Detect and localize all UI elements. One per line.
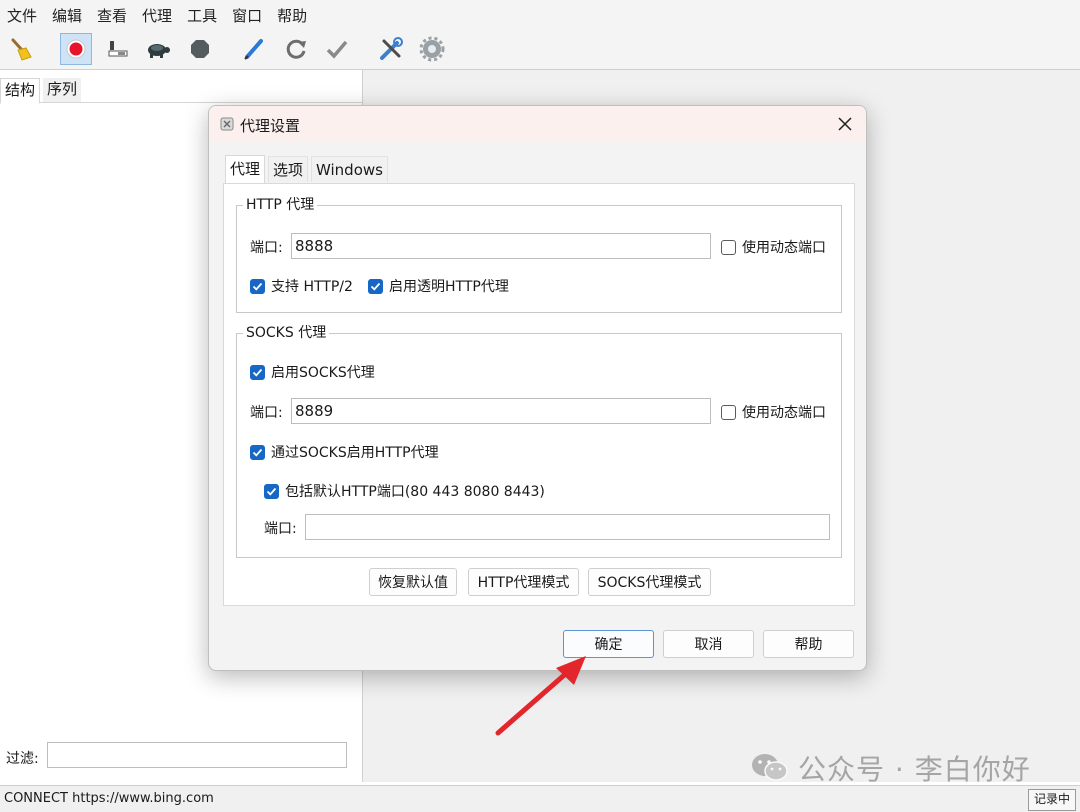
filter-label: 过滤: bbox=[6, 751, 39, 767]
tab-sequence[interactable]: 序列 bbox=[43, 78, 82, 102]
turtle-icon bbox=[148, 44, 170, 58]
tab-windows[interactable]: Windows bbox=[311, 156, 388, 182]
watermark-text: 公众号 · 李白你好 bbox=[798, 753, 1031, 786]
filter-input[interactable] bbox=[47, 742, 347, 768]
record-button[interactable] bbox=[60, 33, 92, 65]
broom-icon bbox=[11, 38, 32, 61]
http-proxy-group-title: HTTP 代理 bbox=[243, 196, 318, 214]
menu-view[interactable]: 查看 bbox=[90, 5, 135, 26]
extra-port-input[interactable] bbox=[305, 514, 830, 540]
http-port-input[interactable]: 8888 bbox=[291, 233, 711, 259]
compose-button[interactable] bbox=[238, 33, 270, 65]
check-mark-icon bbox=[252, 368, 263, 377]
proxy-settings-dialog: 代理设置 代理 选项 Windows HTTP 代理 端口: 8888 使用动态… bbox=[208, 105, 867, 671]
checkbox-box bbox=[721, 239, 736, 255]
throttle-button[interactable] bbox=[101, 33, 133, 65]
app-window: 文件 编辑 查看 代理 工具 窗口 帮助 结构 序列 过滤: CONNECT h… bbox=[0, 0, 1080, 812]
settings-button[interactable] bbox=[416, 33, 448, 65]
app-icon bbox=[220, 117, 234, 131]
checkbox-label: 包括默认HTTP端口(80 443 8080 8443) bbox=[285, 484, 545, 500]
watermark: 公众号 · 李白你好 bbox=[750, 748, 1031, 788]
socks-port-input[interactable]: 8889 bbox=[291, 398, 711, 424]
http-proxy-mode-button[interactable]: HTTP代理模式 bbox=[468, 568, 579, 596]
socks-proxy-group-title: SOCKS 代理 bbox=[243, 324, 330, 342]
wechat-icon bbox=[752, 754, 788, 781]
http-port-label: 端口: bbox=[250, 240, 283, 256]
pen-icon bbox=[244, 39, 263, 60]
tab-options[interactable]: 选项 bbox=[268, 156, 309, 182]
ok-button[interactable]: 确定 bbox=[563, 630, 654, 658]
socks-proxy-mode-button[interactable]: SOCKS代理模式 bbox=[588, 568, 711, 596]
recording-indicator[interactable]: 记录中 bbox=[1027, 789, 1076, 811]
dialog-close-button[interactable] bbox=[832, 111, 858, 137]
extra-port-label: 端口: bbox=[264, 521, 297, 537]
stop-icon bbox=[191, 40, 209, 58]
close-icon bbox=[838, 117, 852, 131]
menu-tools[interactable]: 工具 bbox=[180, 5, 225, 26]
menu-proxy[interactable]: 代理 bbox=[135, 5, 180, 26]
checkbox-label: 启用SOCKS代理 bbox=[271, 365, 375, 381]
checkbox-box bbox=[721, 404, 736, 420]
check-icon bbox=[326, 40, 348, 59]
checkbox-label: 通过SOCKS启用HTTP代理 bbox=[271, 445, 439, 461]
refresh-button[interactable] bbox=[280, 33, 312, 65]
dialog-title: 代理设置 bbox=[240, 117, 301, 135]
status-bar: CONNECT https://www.bing.com 记录中 bbox=[0, 785, 1080, 812]
slow-mode-button[interactable] bbox=[142, 33, 174, 65]
cancel-button[interactable]: 取消 bbox=[663, 630, 754, 658]
checkbox-label: 支持 HTTP/2 bbox=[271, 279, 353, 295]
checkbox-label: 使用动态端口 bbox=[742, 240, 826, 256]
transparent-proxy-checkbox[interactable]: 启用透明HTTP代理 bbox=[368, 276, 509, 296]
refresh-icon bbox=[286, 39, 306, 59]
settings-gear-icon bbox=[419, 36, 445, 62]
confirm-button[interactable] bbox=[321, 33, 353, 65]
filter-row: 过滤: bbox=[0, 736, 362, 776]
checkbox-label: 使用动态端口 bbox=[742, 405, 826, 421]
menu-help[interactable]: 帮助 bbox=[270, 5, 315, 26]
menu-file[interactable]: 文件 bbox=[0, 5, 45, 26]
socks-proxy-group: SOCKS 代理 启用SOCKS代理 端口: 8889 使用动态端口 通过SOC… bbox=[236, 324, 842, 558]
help-button[interactable]: 帮助 bbox=[763, 630, 854, 658]
checkbox-box bbox=[264, 483, 279, 499]
throttle-icon bbox=[108, 41, 128, 57]
checkbox-box bbox=[368, 278, 383, 294]
http-proxy-group: HTTP 代理 端口: 8888 使用动态端口 支持 HTTP/2 启用透明HT… bbox=[236, 196, 842, 313]
checkbox-label: 启用透明HTTP代理 bbox=[389, 279, 509, 295]
status-text: CONNECT https://www.bing.com bbox=[4, 791, 214, 806]
menu-bar: 文件 编辑 查看 代理 工具 窗口 帮助 bbox=[0, 0, 1080, 31]
http2-checkbox[interactable]: 支持 HTTP/2 bbox=[250, 276, 353, 296]
check-mark-icon bbox=[266, 487, 277, 496]
toolbar bbox=[0, 30, 1080, 70]
tools-icon bbox=[380, 37, 403, 60]
http-dynamic-port-checkbox[interactable]: 使用动态端口 bbox=[721, 237, 826, 257]
include-default-ports-checkbox[interactable]: 包括默认HTTP端口(80 443 8080 8443) bbox=[264, 481, 545, 501]
checkbox-box bbox=[250, 278, 265, 294]
check-mark-icon bbox=[252, 448, 263, 457]
dialog-titlebar[interactable]: 代理设置 bbox=[209, 106, 866, 142]
tools-button[interactable] bbox=[375, 33, 407, 65]
socks-port-label: 端口: bbox=[250, 405, 283, 421]
check-mark-icon bbox=[252, 282, 263, 291]
tab-structure[interactable]: 结构 bbox=[0, 78, 41, 104]
restore-defaults-button[interactable]: 恢复默认值 bbox=[369, 568, 457, 596]
checkbox-box bbox=[250, 364, 265, 380]
socks-dynamic-port-checkbox[interactable]: 使用动态端口 bbox=[721, 402, 826, 422]
menu-edit[interactable]: 编辑 bbox=[45, 5, 90, 26]
left-tab-strip: 结构 序列 bbox=[0, 76, 362, 104]
record-icon bbox=[66, 39, 86, 59]
menu-window[interactable]: 窗口 bbox=[225, 5, 270, 26]
stop-button[interactable] bbox=[184, 33, 216, 65]
enable-socks-checkbox[interactable]: 启用SOCKS代理 bbox=[250, 362, 375, 382]
proxy-tab-content: HTTP 代理 端口: 8888 使用动态端口 支持 HTTP/2 启用透明HT… bbox=[223, 183, 855, 606]
check-mark-icon bbox=[370, 282, 381, 291]
http-over-socks-checkbox[interactable]: 通过SOCKS启用HTTP代理 bbox=[250, 442, 439, 462]
tab-proxy[interactable]: 代理 bbox=[225, 155, 266, 183]
checkbox-box bbox=[250, 444, 265, 460]
clear-button[interactable] bbox=[5, 33, 37, 65]
